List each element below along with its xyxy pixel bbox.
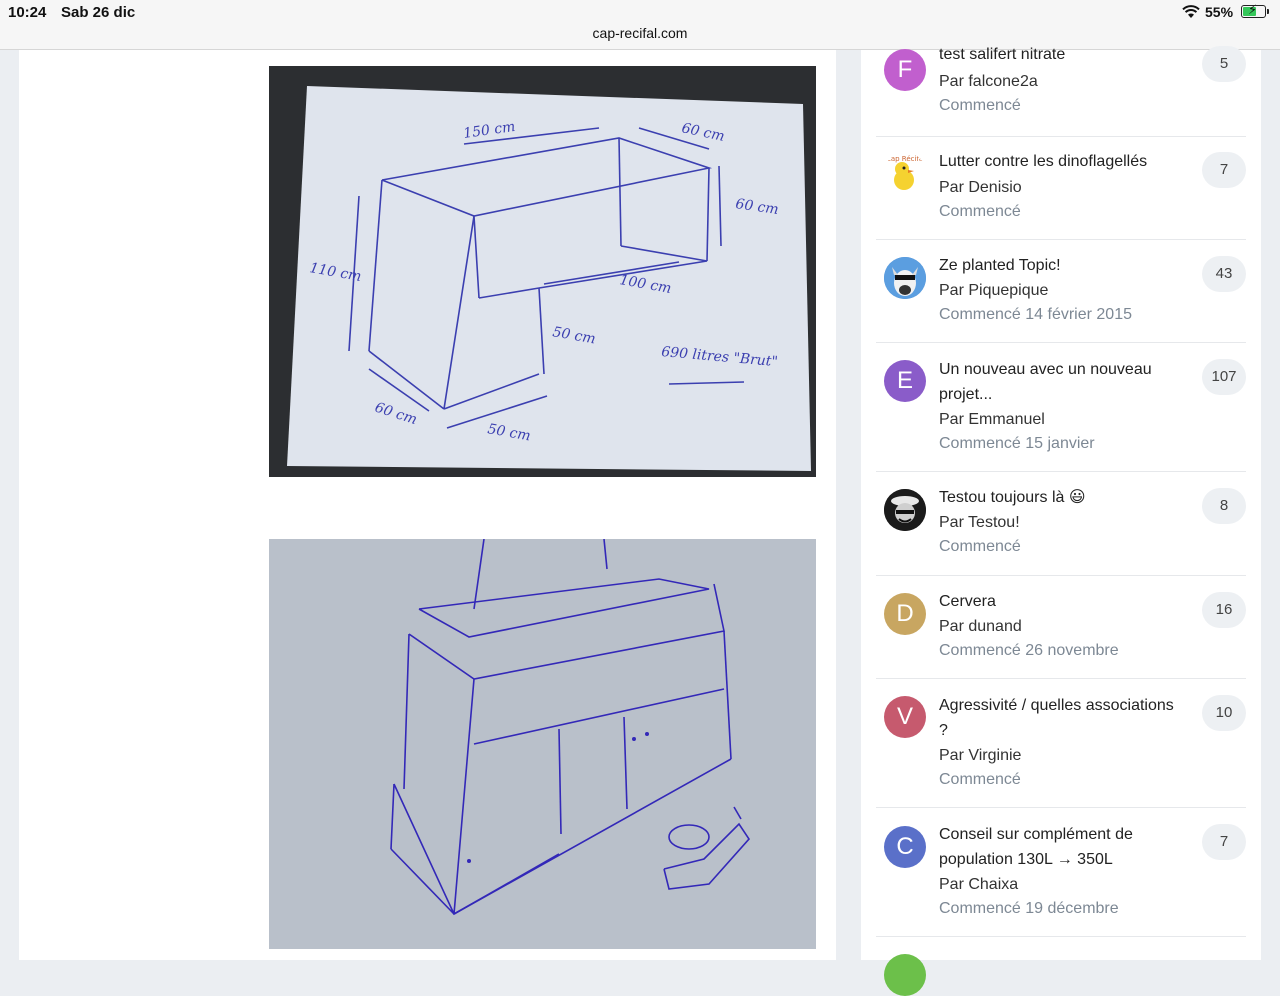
topic-started: Commencé 26 novembre [939, 642, 1119, 659]
topic-author[interactable]: Par Chaixa [939, 876, 1018, 894]
topic-title[interactable]: Lutter contre les dinoflagellés [939, 149, 1184, 174]
charging-bolt-icon: ⚡ [1248, 2, 1258, 17]
topic-item[interactable]: Testou toujours là 😃 Par Testou! Commenc… [876, 471, 1246, 576]
status-time: 10:24 [8, 4, 47, 21]
reply-count-badge: 7 [1202, 824, 1246, 860]
topic-item[interactable]: cap Récifal Lutter contre les dinoflagel… [876, 136, 1246, 240]
cap-recifal-duck-icon: cap Récifal [887, 155, 925, 190]
avatar[interactable] [884, 257, 926, 299]
topics-sidebar: F test salifert nitrate Par falcone2a Co… [861, 46, 1261, 996]
topic-author[interactable]: Par Denisio [939, 179, 1022, 197]
topic-started: Commencé 19 décembre [939, 900, 1119, 917]
wifi-icon [1182, 5, 1200, 18]
topic-started: Commencé [939, 97, 1021, 114]
topic-item[interactable]: V Agressivité / quelles associations ? P… [876, 678, 1246, 808]
battery-icon: ⚡ [1241, 2, 1266, 18]
topic-author[interactable]: Par falcone2a [939, 73, 1038, 91]
reply-count-badge: 7 [1202, 152, 1246, 188]
topic-author[interactable]: Par Emmanuel [939, 411, 1045, 429]
svg-text:cap Récifal: cap Récifal [887, 155, 925, 163]
post-content: 150 cm 60 cm 60 cm 110 cm 100 cm 50 cm 6… [19, 50, 836, 960]
post-image-sketch-cabinet[interactable] [269, 539, 816, 949]
reply-count-badge: 16 [1202, 592, 1246, 628]
avatar[interactable]: D [884, 593, 926, 635]
topic-author[interactable]: Par Piquepique [939, 282, 1048, 300]
topic-author[interactable]: Par Testou! [939, 514, 1020, 532]
topic-title[interactable]: Cervera [939, 589, 1184, 614]
reply-count-badge: 8 [1202, 488, 1246, 524]
topic-item[interactable]: E Un nouveau avec un nouveau projet... P… [876, 342, 1246, 472]
testou-avatar-icon [884, 489, 926, 531]
sketch-drawing-1: 150 cm 60 cm 60 cm 110 cm 100 cm 50 cm 6… [269, 66, 816, 477]
topic-started: Commencé [939, 771, 1021, 788]
status-date: Sab 26 dic [61, 4, 136, 21]
avatar[interactable]: F [884, 49, 926, 91]
topic-author[interactable]: Par dunand [939, 618, 1022, 636]
topic-title[interactable]: Ze planted Topic! [939, 253, 1184, 278]
topic-item[interactable]: D Cervera Par dunand Commencé 26 novembr… [876, 575, 1246, 679]
post-image-sketch-top-view[interactable]: 150 cm 60 cm 60 cm 110 cm 100 cm 50 cm 6… [269, 66, 816, 477]
topic-title[interactable]: Agressivité / quelles associations ? [939, 693, 1184, 743]
reply-count-badge: 43 [1202, 256, 1246, 292]
topic-item[interactable]: F test salifert nitrate Par falcone2a Co… [876, 46, 1246, 137]
avatar[interactable]: E [884, 360, 926, 402]
avatar[interactable]: C [884, 826, 926, 868]
topic-item-partial[interactable] [876, 936, 1246, 996]
avatar[interactable] [884, 954, 926, 996]
topic-title[interactable]: test salifert nitrate [939, 42, 1184, 67]
topic-started: Commencé [939, 538, 1021, 555]
topic-title[interactable]: Un nouveau avec un nouveau projet... [939, 357, 1184, 407]
topic-author[interactable]: Par Virginie [939, 747, 1021, 765]
topic-item[interactable]: Ze planted Topic! Par Piquepique Commenc… [876, 239, 1246, 343]
topic-item[interactable]: C Conseil sur complément de population 1… [876, 807, 1246, 937]
reply-count-badge: 5 [1202, 46, 1246, 82]
topic-started: Commencé 15 janvier [939, 435, 1095, 452]
battery-percent: 55% [1205, 4, 1234, 20]
topic-started: Commencé [939, 203, 1021, 220]
url-bar[interactable]: cap-recifal.com [0, 25, 1280, 41]
avatar[interactable]: V [884, 696, 926, 738]
sketch-drawing-2 [269, 539, 816, 949]
reply-count-badge: 107 [1202, 359, 1246, 395]
goat-avatar-icon [884, 257, 926, 299]
reply-count-badge: 10 [1202, 695, 1246, 731]
avatar[interactable] [884, 489, 926, 531]
avatar[interactable]: cap Récifal [884, 152, 926, 194]
topic-title[interactable]: Conseil sur complément de population 130… [939, 822, 1184, 872]
topic-started: Commencé 14 février 2015 [939, 306, 1132, 323]
battery-tip [1267, 9, 1269, 14]
topic-title[interactable]: Testou toujours là 😃 [939, 485, 1184, 510]
